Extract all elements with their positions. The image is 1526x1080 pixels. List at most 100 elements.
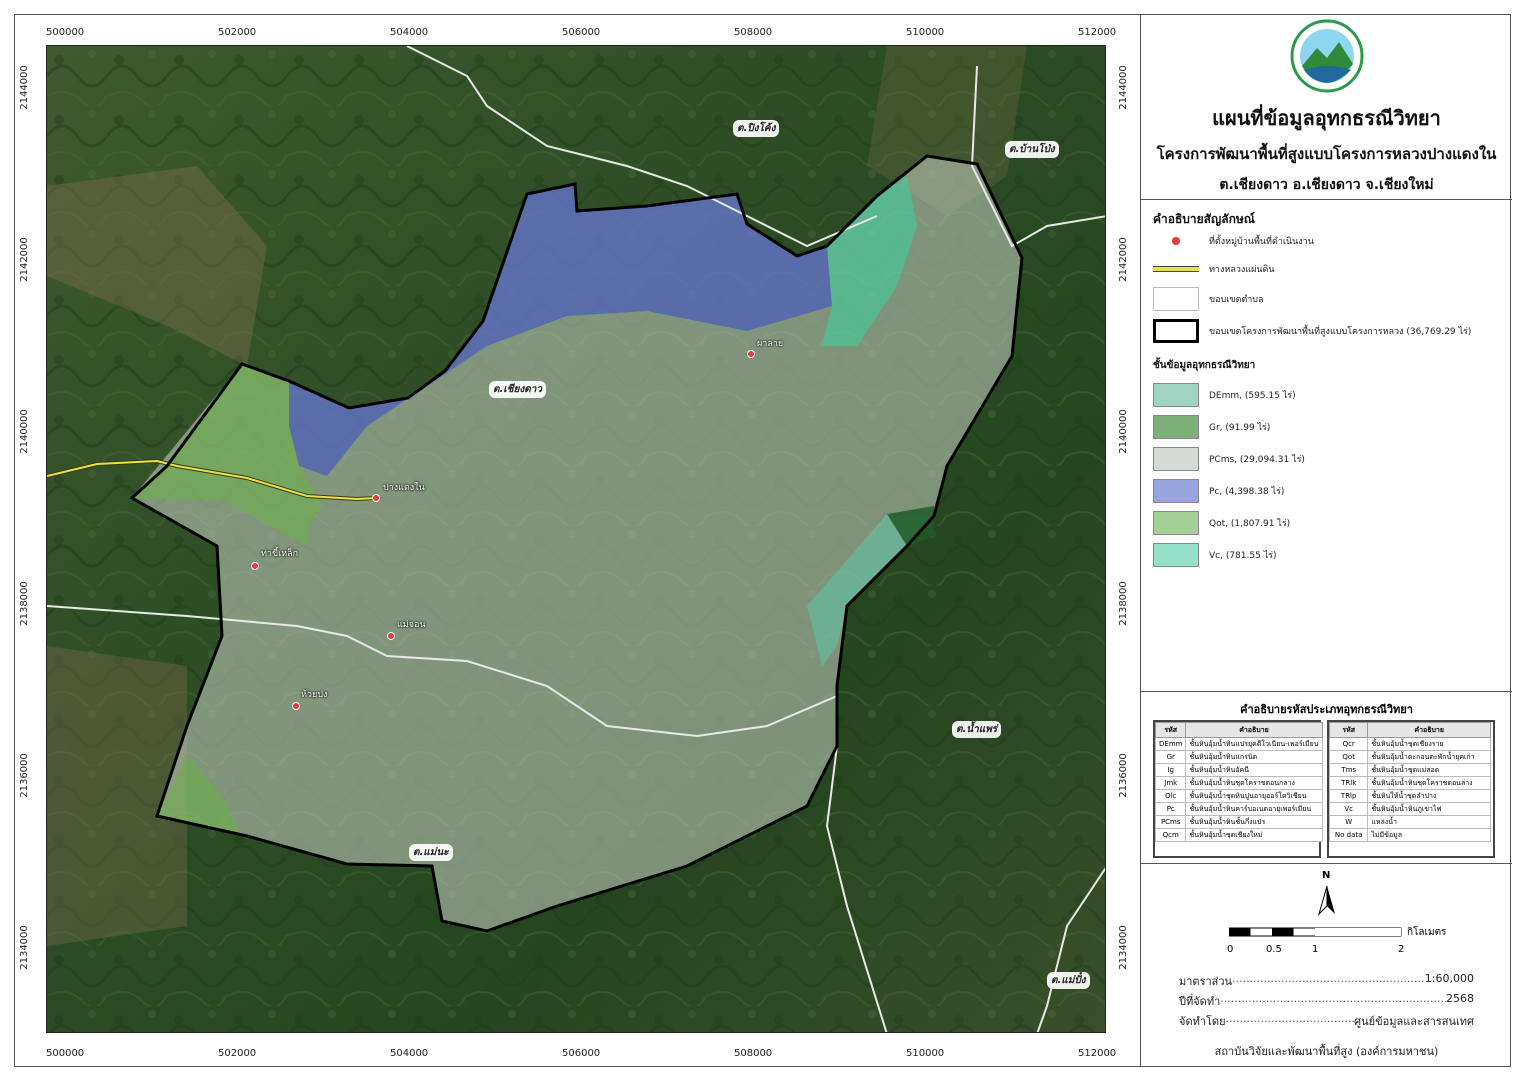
desc-cell: ชั้นหินอุ้มน้ำหินอัคนี [1185, 763, 1323, 777]
legend-label: DEmm, (595.15 ไร่) [1209, 391, 1296, 401]
code-row: Gr ชั้นหินอุ้มน้ำหินแกรนิต [1154, 750, 1323, 764]
map-title: แผนที่ข้อมูลอุทกธรณีวิทยา [1212, 106, 1441, 130]
code-cell: Qcr [1328, 737, 1369, 751]
legend-row: Vc, (781.55 ไร่) [1153, 542, 1277, 568]
map-canvas [47, 46, 1105, 1032]
legend-row: ที่ตั้งหมู่บ้านพื้นที่ดำเนินงาน [1153, 228, 1314, 254]
code-table-right: รหัส คำอธิบาย Qcr ชั้นหินอุ้มน้ำชุดเชียงรา… [1328, 722, 1491, 842]
code-row: No data ไม่มีข้อมูล [1328, 828, 1491, 842]
legend-label: PCms, (29,094.31 ไร่) [1209, 455, 1305, 465]
scale-number: 0.5 [1266, 944, 1282, 955]
highway-symbol [1153, 266, 1199, 272]
code-cell: Qcm [1154, 828, 1187, 842]
code-cell: Jmk [1154, 776, 1187, 790]
layer-title: ชั้นข้อมูลอุทกธรณีวิทยา [1153, 360, 1256, 371]
desc-cell: ชั้นหินอุ้มน้ำหินแปรยุคดีโวเนียน-เพอร์เม… [1185, 737, 1323, 751]
code-cell: DEmm [1154, 737, 1187, 751]
village-marker[interactable] [292, 702, 300, 710]
y-tick-label: 2142000 [1117, 237, 1129, 282]
code-cell: No data [1328, 828, 1369, 842]
legend-block: คำอธิบายสัญลักษณ์ ที่ตั้งหมู่บ้านพื้นที่… [1141, 200, 1512, 692]
footer-organization: สถาบันวิจัยและพัฒนาพื้นที่สูง (องค์การมห… [1214, 1045, 1439, 1058]
village-marker[interactable] [251, 562, 259, 570]
y-tick-label: 2140000 [18, 409, 30, 454]
village-marker[interactable] [387, 632, 395, 640]
x-tick-label: 512000 [1078, 1048, 1117, 1059]
subdistrict-label: ต.บ้านโป่ง [1005, 141, 1059, 158]
y-tick-label: 2134000 [1117, 925, 1129, 970]
y-tick-label: 2136000 [1117, 753, 1129, 798]
desc-cell: ชั้นหินอุ้มน้ำหินชุดโคราชตอนกลาง [1185, 776, 1323, 790]
code-cell: Gr [1154, 750, 1187, 764]
code-header: รหัส [1328, 722, 1369, 738]
pcms-swatch [1153, 447, 1199, 471]
code-table-left: รหัส คำอธิบาย DEmm ชั้นหินอุ้มน้ำหินแปรยุค… [1154, 722, 1323, 842]
village-label: ผาลาย [757, 339, 784, 349]
author-info-line: จัดทำโดย ศูนย์ข้อมูลและสารสนเทศ [1179, 1012, 1474, 1030]
location-title: ต.เชียงดาว อ.เชียงดาว จ.เชียงใหม่ [1219, 177, 1434, 193]
legend-row: ขอบเขตตำบล [1153, 286, 1263, 312]
village-marker[interactable] [372, 494, 380, 502]
code-block: คำอธิบายรหัสประเภทอุทกธรณีวิทยา รหัส คำอธ… [1141, 692, 1512, 864]
legend-row: Gr, (91.99 ไร่) [1153, 414, 1270, 440]
y-tick-label: 2144000 [18, 65, 30, 110]
subdistrict-label: ต.เชียงดาว [489, 381, 546, 398]
code-row: Qot ชั้นหินอุ้มน้ำตะกอนตะพักน้ำยุคเก่า [1328, 750, 1491, 764]
desc-cell: ชั้นหินอุ้มน้ำหินแกรนิต [1185, 750, 1323, 764]
info-label: จัดทำโดย [1179, 1015, 1226, 1028]
legend-row: PCms, (29,094.31 ไร่) [1153, 446, 1305, 472]
year-info-line: ปีที่จัดทำ 2568 [1179, 992, 1474, 1010]
legend-label: Vc, (781.55 ไร่) [1209, 551, 1277, 561]
desc-cell: ชั้นหินอุ้มน้ำหินภูเขาไฟ [1367, 802, 1491, 816]
info-value: ศูนย์ข้อมูลและสารสนเทศ [1354, 1015, 1474, 1028]
x-tick-label: 508000 [734, 27, 773, 38]
code-row: Olc ชั้นหินอุ้มน้ำชุดหินปูนอายุออร์โดวิเช… [1154, 789, 1323, 803]
legend-row: Pc, (4,398.38 ไร่) [1153, 478, 1284, 504]
subdistrict-label: ต.น้ำแพร่ [952, 721, 1002, 738]
y-tick-label: 2140000 [1117, 409, 1129, 454]
x-tick-label: 504000 [390, 1048, 429, 1059]
legend-row: ขอบเขตโครงการพัฒนาพื้นที่สูงแบบโครงการหล… [1153, 318, 1471, 344]
x-tick-label: 502000 [218, 1048, 257, 1059]
project-boundary-symbol [1153, 319, 1199, 343]
code-cell: Tms [1328, 763, 1369, 777]
desc-header: คำอธิบาย [1185, 722, 1323, 738]
y-tick-label: 2136000 [18, 753, 30, 798]
code-cell: Qot [1328, 750, 1369, 764]
x-tick-label: 510000 [906, 1048, 945, 1059]
village-marker[interactable] [747, 350, 755, 358]
x-tick-label: 502000 [218, 27, 257, 38]
code-cell: TRlk [1328, 776, 1369, 790]
info-value: 2568 [1446, 992, 1474, 1005]
y-tick-label: 2134000 [18, 925, 30, 970]
code-row: DEmm ชั้นหินอุ้มน้ำหินแปรยุคดีโวเนียน-เพอ… [1154, 737, 1323, 751]
legend-label: Pc, (4,398.38 ไร่) [1209, 487, 1285, 497]
organization-logo [1290, 19, 1364, 93]
legend-label: ที่ตั้งหมู่บ้านพื้นที่ดำเนินงาน [1209, 237, 1314, 247]
map-view[interactable]: ต.ปิงโค้ง ต.บ้านโป่ง ต.เชียงดาว ต.น้ำแพร… [46, 45, 1106, 1033]
pc-swatch [1153, 479, 1199, 503]
desc-cell: ชั้นหินอุ้มน้ำหินชั้นกึ่งแปร [1185, 815, 1323, 829]
desc-cell: ชั้นหินอุ้มน้ำชุดเชียงราย [1367, 737, 1491, 751]
code-header: รหัส [1154, 722, 1187, 738]
code-row: Qcr ชั้นหินอุ้มน้ำชุดเชียงราย [1328, 737, 1491, 751]
y-tick-label: 2138000 [18, 581, 30, 626]
x-tick-label: 504000 [390, 27, 429, 38]
code-row: Jmk ชั้นหินอุ้มน้ำหินชุดโคราชตอนกลาง [1154, 776, 1323, 790]
x-tick-label: 512000 [1078, 27, 1117, 38]
desc-cell: ไม่มีข้อมูล [1367, 828, 1491, 842]
y-tick-label: 2138000 [1117, 581, 1129, 626]
code-cell: PCms [1154, 815, 1187, 829]
info-label: มาตราส่วน [1179, 975, 1233, 988]
subdistrict-label: ต.แม่ปั๋ง [1047, 972, 1090, 989]
project-title: โครงการพัฒนาพื้นที่สูงแบบโครงการหลวงปางแ… [1156, 145, 1497, 163]
code-row: PCms ชั้นหินอุ้มน้ำหินชั้นกึ่งแปร [1154, 815, 1323, 829]
x-tick-label: 500000 [46, 1048, 85, 1059]
desc-cell: ชั้นหินให้น้ำชุดลำปาง [1367, 789, 1491, 803]
code-row: Tms ชั้นหินอุ้มน้ำชุดแม่สอด [1328, 763, 1491, 777]
info-value: 1:60,000 [1424, 972, 1474, 985]
village-symbol [1153, 229, 1199, 253]
legend-label: Gr, (91.99 ไร่) [1209, 423, 1271, 433]
village-label: แม่จอน [397, 620, 426, 630]
subdistrict-label: ต.ปิงโค้ง [733, 120, 780, 137]
